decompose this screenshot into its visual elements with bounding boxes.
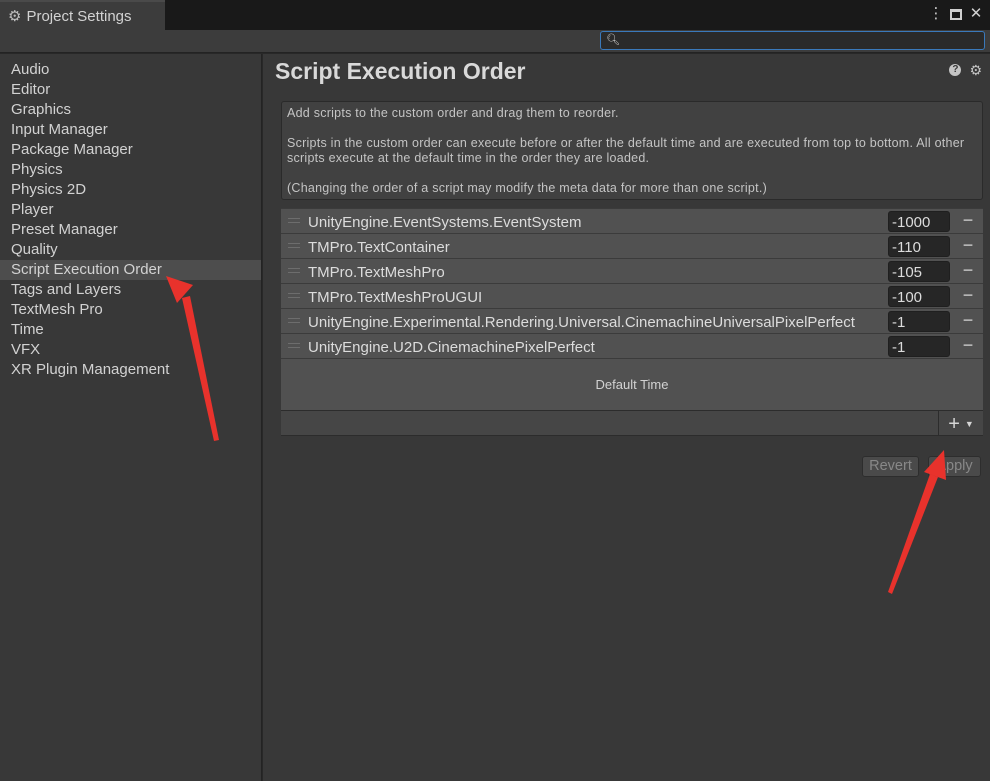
toolbar: 🔍︎ (0, 30, 990, 53)
remove-icon[interactable]: − (961, 234, 975, 256)
tab-title: Project Settings (26, 7, 132, 25)
drag-handle-icon[interactable] (288, 343, 300, 348)
remove-icon[interactable]: − (961, 334, 975, 356)
list-footer: + ▼ (281, 410, 983, 436)
drag-handle-icon[interactable] (288, 218, 300, 223)
help-text-line: Add scripts to the custom order and drag… (287, 106, 619, 120)
script-name: TMPro.TextMeshProUGUI (308, 289, 483, 306)
sidebar-item-tags-and-layers[interactable]: Tags and Layers (0, 280, 261, 300)
plus-icon: + (948, 412, 960, 435)
remove-icon[interactable]: − (961, 309, 975, 331)
sidebar-item-script-execution-order[interactable]: Script Execution Order (0, 260, 261, 280)
remove-icon[interactable]: − (961, 259, 975, 281)
order-input[interactable]: -1000 (888, 211, 950, 232)
sidebar-item-graphics[interactable]: Graphics (0, 100, 261, 120)
order-input[interactable]: -105 (888, 261, 950, 282)
script-row[interactable]: TMPro.TextMeshProUGUI -100 − (281, 283, 983, 308)
header-icons: ? ⚙ (949, 63, 982, 77)
add-script-button[interactable]: + ▼ (938, 411, 983, 436)
window-controls: ⋮ ✕ (928, 4, 984, 24)
sidebar-item-physics[interactable]: Physics (0, 160, 261, 180)
maximize-icon[interactable] (950, 8, 962, 20)
search-icon: 🔍︎ (606, 34, 620, 46)
more-menu-icon[interactable]: ⋮ (928, 4, 944, 24)
remove-icon[interactable]: − (961, 209, 975, 231)
sidebar-item-quality[interactable]: Quality (0, 240, 261, 260)
help-text-line: (Changing the order of a script may modi… (287, 181, 767, 195)
project-settings-tab[interactable]: ⚙ Project Settings (0, 0, 165, 30)
sidebar-item-physics-2d[interactable]: Physics 2D (0, 180, 261, 200)
page-title: Script Execution Order (275, 58, 526, 84)
settings-gear-icon[interactable]: ⚙ (969, 63, 982, 77)
revert-button[interactable]: Revert (862, 456, 919, 477)
script-row[interactable]: UnityEngine.U2D.CinemachinePixelPerfect … (281, 333, 983, 358)
sidebar-item-player[interactable]: Player (0, 200, 261, 220)
chevron-down-icon: ▼ (964, 418, 974, 429)
order-input[interactable]: -110 (888, 236, 950, 257)
order-input[interactable]: -1 (888, 311, 950, 332)
script-name: TMPro.TextContainer (308, 239, 450, 256)
sidebar-item-input-manager[interactable]: Input Manager (0, 120, 261, 140)
sidebar-item-audio[interactable]: Audio (0, 60, 261, 80)
script-name: TMPro.TextMeshPro (308, 264, 445, 281)
sidebar-item-textmesh-pro[interactable]: TextMesh Pro (0, 300, 261, 320)
sidebar-item-preset-manager[interactable]: Preset Manager (0, 220, 261, 240)
close-icon[interactable]: ✕ (968, 4, 984, 24)
drag-handle-icon[interactable] (288, 268, 300, 273)
script-order-list: UnityEngine.EventSystems.EventSystem -10… (281, 208, 983, 436)
script-name: UnityEngine.U2D.CinemachinePixelPerfect (308, 339, 595, 356)
sidebar-item-xr-plugin-management[interactable]: XR Plugin Management (0, 360, 261, 380)
drag-handle-icon[interactable] (288, 318, 300, 323)
search-field[interactable]: 🔍︎ (600, 31, 985, 50)
remove-icon[interactable]: − (961, 284, 975, 306)
sidebar-item-editor[interactable]: Editor (0, 80, 261, 100)
script-name: UnityEngine.EventSystems.EventSystem (308, 214, 582, 231)
title-bar: ⚙ Project Settings ⋮ ✕ (0, 0, 990, 30)
apply-button[interactable]: Apply (928, 456, 981, 477)
sidebar-item-package-manager[interactable]: Package Manager (0, 140, 261, 160)
script-row[interactable]: UnityEngine.EventSystems.EventSystem -10… (281, 208, 983, 233)
drag-handle-icon[interactable] (288, 293, 300, 298)
sidebar-item-time[interactable]: Time (0, 320, 261, 340)
script-row[interactable]: UnityEngine.Experimental.Rendering.Unive… (281, 308, 983, 333)
script-name: UnityEngine.Experimental.Rendering.Unive… (308, 314, 855, 331)
script-row[interactable]: TMPro.TextMeshPro -105 − (281, 258, 983, 283)
help-box: Add scripts to the custom order and drag… (281, 101, 983, 200)
script-row[interactable]: TMPro.TextContainer -110 − (281, 233, 983, 258)
action-buttons: Revert Apply (862, 456, 981, 477)
default-time-row: Default Time (281, 358, 983, 410)
settings-main-panel: Script Execution Order ? ⚙ Add scripts t… (263, 54, 990, 781)
gear-icon: ⚙ (8, 8, 22, 25)
settings-sidebar: Audio Editor Graphics Input Manager Pack… (0, 54, 262, 781)
help-icon[interactable]: ? (949, 64, 962, 76)
drag-handle-icon[interactable] (288, 243, 300, 248)
sidebar-item-vfx[interactable]: VFX (0, 340, 261, 360)
help-text-line: Scripts in the custom order can execute … (287, 136, 965, 165)
order-input[interactable]: -100 (888, 286, 950, 307)
order-input[interactable]: -1 (888, 336, 950, 357)
